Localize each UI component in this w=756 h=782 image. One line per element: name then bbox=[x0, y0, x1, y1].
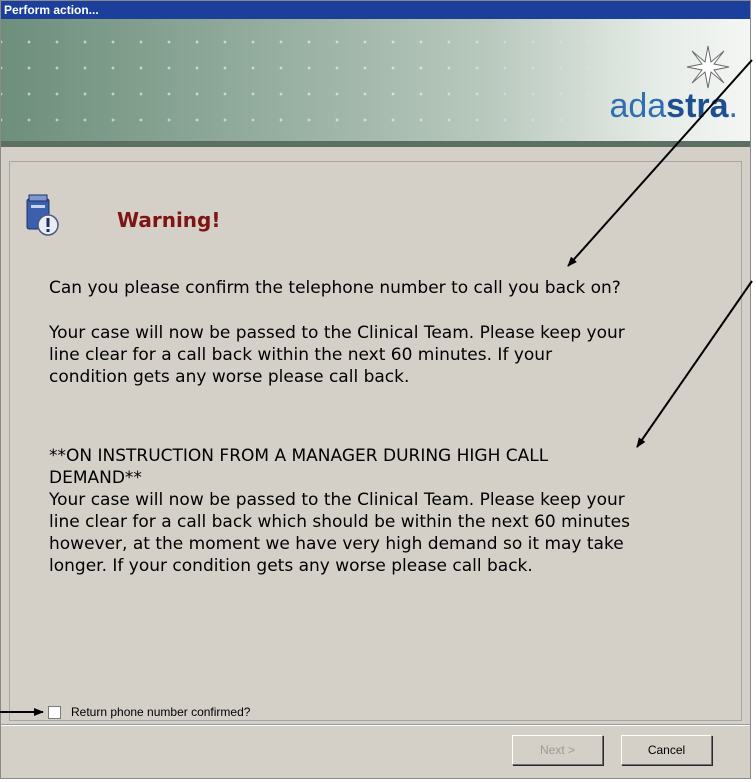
banner-dot-pattern bbox=[1, 19, 750, 147]
message-panel bbox=[9, 161, 742, 721]
confirm-checkbox-row[interactable]: Return phone number confirmed? bbox=[48, 703, 250, 721]
phone-confirmed-checkbox[interactable] bbox=[48, 705, 61, 719]
adastra-logo: adastra. bbox=[609, 87, 738, 126]
header-banner: adastra. bbox=[1, 19, 750, 147]
logo-bold: stra bbox=[666, 87, 729, 125]
perform-action-dialog: Perform action... adastra. Warning! Can … bbox=[0, 0, 751, 779]
logo-dot: . bbox=[728, 87, 738, 125]
warning-title: Warning! bbox=[117, 208, 221, 232]
window-title: Perform action... bbox=[1, 1, 750, 19]
warning-info-icon bbox=[26, 194, 59, 236]
cancel-button[interactable]: Cancel bbox=[621, 735, 712, 765]
adastra-star-icon bbox=[686, 45, 730, 89]
next-button[interactable]: Next > bbox=[512, 735, 603, 765]
message-paragraph-confirm: Can you please confirm the telephone num… bbox=[49, 278, 621, 298]
message-paragraph-standard: Your case will now be passed to the Clin… bbox=[49, 323, 625, 387]
footer-divider bbox=[1, 724, 750, 726]
phone-confirmed-label[interactable]: Return phone number confirmed? bbox=[71, 705, 250, 719]
logo-regular: ada bbox=[609, 87, 667, 125]
banner-rule bbox=[1, 141, 750, 147]
message-paragraph-high-demand: **ON INSTRUCTION FROM A MANAGER DURING H… bbox=[49, 446, 630, 576]
